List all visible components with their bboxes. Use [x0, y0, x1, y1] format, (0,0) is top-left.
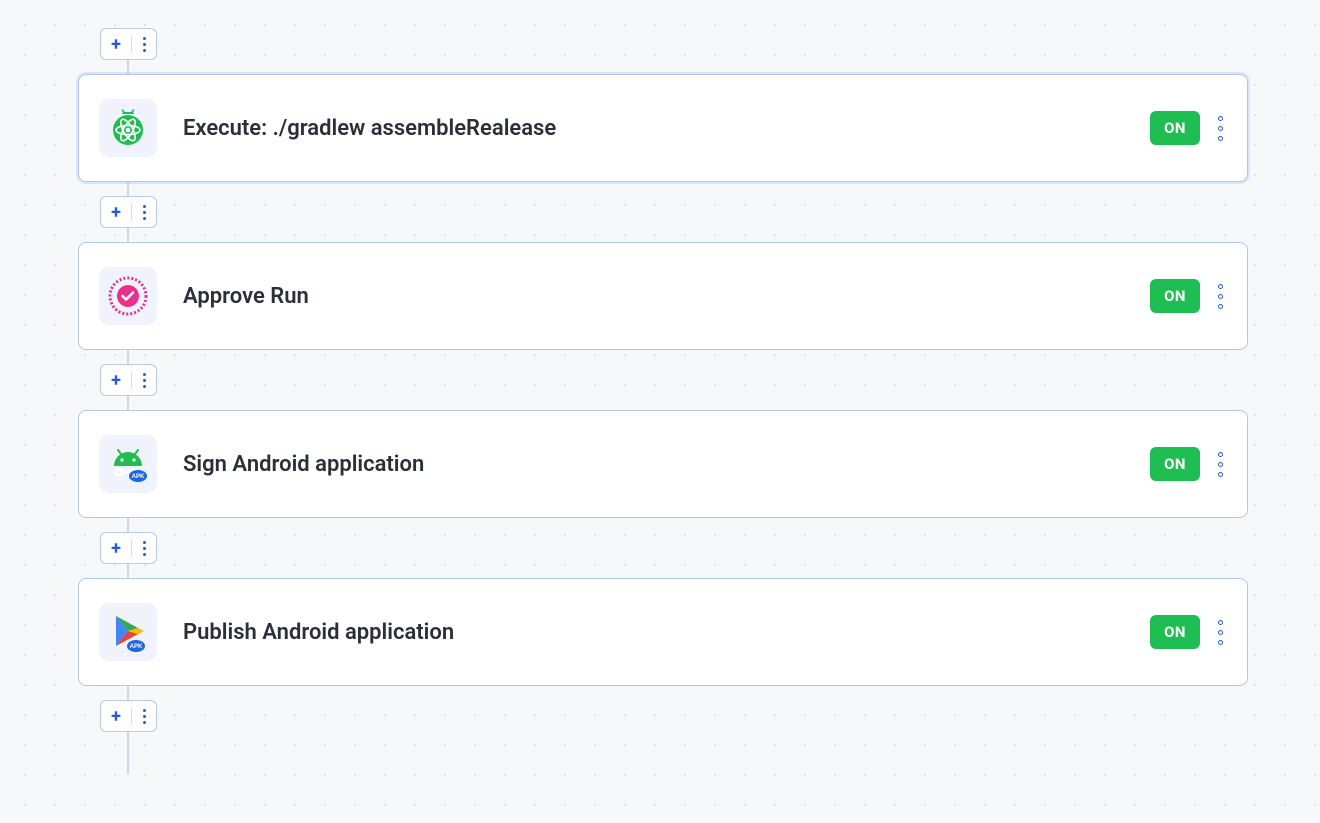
- pipeline-step[interactable]: APK Sign Android application ON: [78, 410, 1248, 518]
- pipeline-canvas: + Execute: ./gradlew a: [0, 0, 1320, 823]
- svg-text:APK: APK: [132, 474, 145, 480]
- step-icon-android-sign: APK: [99, 435, 157, 493]
- step-icon-approve: [99, 267, 157, 325]
- add-step-more[interactable]: [132, 205, 156, 220]
- android-sign-icon: APK: [106, 442, 150, 486]
- step-title: Publish Android application: [183, 620, 1150, 645]
- react-android-icon: [108, 108, 148, 148]
- step-menu-button[interactable]: [1218, 116, 1223, 141]
- step-title: Execute: ./gradlew assembleRealease: [183, 116, 1150, 141]
- add-step-more[interactable]: [132, 709, 156, 724]
- status-badge[interactable]: ON: [1150, 279, 1200, 313]
- step-menu-button[interactable]: [1218, 620, 1223, 645]
- pipeline-step[interactable]: APK Publish Android application ON: [78, 578, 1248, 686]
- status-badge[interactable]: ON: [1150, 447, 1200, 481]
- step-title: Approve Run: [183, 284, 1150, 309]
- plus-icon: +: [101, 370, 131, 391]
- play-publish-icon: APK: [106, 610, 150, 654]
- add-step-button[interactable]: +: [100, 364, 157, 396]
- step-title: Sign Android application: [183, 452, 1150, 477]
- add-step-button[interactable]: +: [100, 196, 157, 228]
- more-vertical-icon: [143, 709, 146, 724]
- add-step-more[interactable]: [132, 373, 156, 388]
- plus-icon: +: [101, 538, 131, 559]
- step-menu-button[interactable]: [1218, 284, 1223, 309]
- status-badge[interactable]: ON: [1150, 111, 1200, 145]
- step-icon-react-android: [99, 99, 157, 157]
- step-icon-play-publish: APK: [99, 603, 157, 661]
- more-vertical-icon: [143, 205, 146, 220]
- plus-icon: +: [101, 706, 131, 727]
- approve-icon: [107, 275, 149, 317]
- more-vertical-icon: [143, 37, 146, 52]
- add-step-button[interactable]: +: [100, 532, 157, 564]
- add-step-more[interactable]: [132, 541, 156, 556]
- more-vertical-icon: [143, 541, 146, 556]
- add-step-more[interactable]: [132, 37, 156, 52]
- status-badge[interactable]: ON: [1150, 615, 1200, 649]
- pipeline-step[interactable]: Execute: ./gradlew assembleRealease ON: [78, 74, 1248, 182]
- step-menu-button[interactable]: [1218, 452, 1223, 477]
- plus-icon: +: [101, 34, 131, 55]
- more-vertical-icon: [143, 373, 146, 388]
- svg-text:APK: APK: [130, 644, 143, 650]
- plus-icon: +: [101, 202, 131, 223]
- add-step-button[interactable]: +: [100, 28, 157, 60]
- pipeline-step[interactable]: Approve Run ON: [78, 242, 1248, 350]
- add-step-button[interactable]: +: [100, 700, 157, 732]
- pipeline-column: + Execute: ./gradlew a: [78, 28, 1248, 732]
